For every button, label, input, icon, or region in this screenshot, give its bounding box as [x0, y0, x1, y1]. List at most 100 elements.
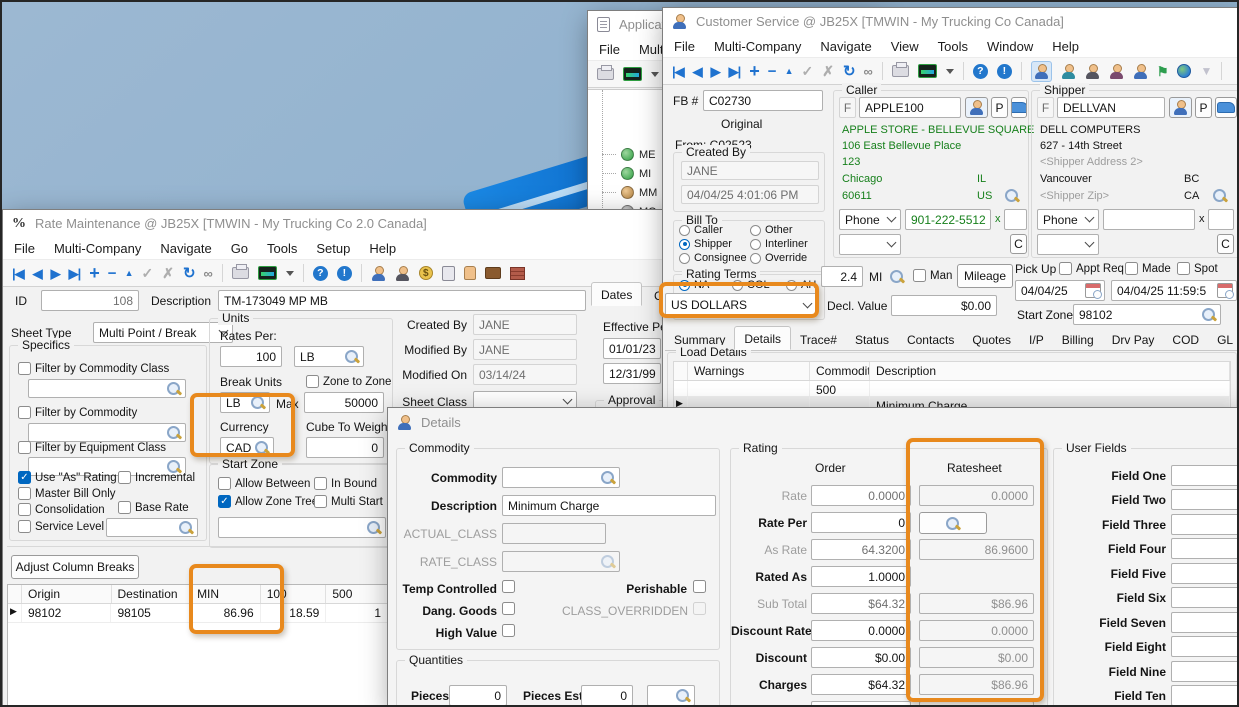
- description-field[interactable]: Minimum Charge: [502, 495, 716, 516]
- caller-contact-select[interactable]: [839, 234, 901, 255]
- details-dialog-titlebar[interactable]: Details: [388, 408, 1239, 436]
- delete-record-icon[interactable]: [108, 266, 116, 281]
- adjust-column-breaks-button[interactable]: Adjust Column Breaks: [11, 555, 139, 579]
- menu-navigate[interactable]: Navigate: [820, 39, 871, 54]
- money-bag-icon[interactable]: [419, 266, 433, 280]
- tab-billing[interactable]: Billing: [1053, 330, 1103, 350]
- discount-rate-order-field[interactable]: 0.0000: [811, 620, 911, 641]
- rated-as-order-field[interactable]: 1.0000: [811, 566, 911, 587]
- about-icon[interactable]: !: [997, 64, 1012, 79]
- terminal-icon[interactable]: [258, 266, 277, 280]
- field-seven-input[interactable]: [1171, 612, 1239, 633]
- tab-ip[interactable]: I/P: [1020, 330, 1053, 350]
- tree-node[interactable]: MI: [602, 167, 651, 180]
- filter-commodity-checkbox[interactable]: Filter by Commodity: [18, 406, 137, 419]
- find-icon[interactable]: [864, 65, 873, 78]
- allow-between-checkbox[interactable]: Allow Between: [218, 477, 310, 490]
- brick-wall-icon[interactable]: [510, 267, 525, 280]
- nav-first-icon[interactable]: [672, 65, 684, 78]
- incremental-checkbox[interactable]: Incremental: [118, 471, 195, 484]
- charges-order-field[interactable]: $64.32: [811, 674, 911, 695]
- print-icon[interactable]: [597, 68, 614, 80]
- use-as-rating-checkbox[interactable]: Use "As" Rating: [18, 471, 117, 484]
- globe-icon[interactable]: [1177, 64, 1191, 78]
- calendar-icon[interactable]: [1217, 283, 1233, 298]
- print-icon[interactable]: [232, 267, 249, 279]
- temp-controlled-checkbox[interactable]: [502, 580, 515, 593]
- man-checkbox[interactable]: Man: [913, 269, 952, 282]
- menu-go[interactable]: Go: [231, 241, 248, 256]
- terms-col-radio[interactable]: COL: [732, 279, 770, 291]
- about-icon[interactable]: !: [337, 266, 352, 281]
- filter-icon[interactable]: [1200, 65, 1212, 77]
- help-icon[interactable]: ?: [313, 266, 328, 281]
- accept-icon[interactable]: [801, 64, 813, 78]
- cell-warnings[interactable]: [688, 381, 810, 396]
- nav-next-icon[interactable]: [51, 267, 60, 280]
- menu-navigate[interactable]: Navigate: [160, 241, 211, 256]
- terminal-icon[interactable]: [623, 67, 642, 81]
- bill-to-caller-radio[interactable]: Caller: [679, 224, 723, 236]
- search-icon[interactable]: [250, 395, 266, 410]
- tab-contacts[interactable]: Contacts: [898, 330, 963, 350]
- description-field[interactable]: TM-173049 MP MB: [218, 290, 586, 311]
- cell-500[interactable]: 1: [326, 604, 388, 622]
- menu-file[interactable]: File: [599, 42, 620, 57]
- tab-status[interactable]: Status: [846, 330, 898, 350]
- caller-ext-field[interactable]: [1004, 209, 1027, 230]
- chest-icon[interactable]: [485, 267, 501, 279]
- field-nine-input[interactable]: [1171, 661, 1239, 682]
- menu-help[interactable]: Help: [369, 241, 396, 256]
- caller-van-button[interactable]: [1011, 97, 1027, 118]
- caller-phone-field[interactable]: 901-222-5512: [905, 209, 991, 230]
- shipper-code-field[interactable]: DELLVAN: [1057, 97, 1165, 118]
- perishable-checkbox[interactable]: [693, 580, 706, 593]
- terms-ah-radio[interactable]: AH: [786, 279, 816, 291]
- calendar-icon[interactable]: [1085, 283, 1101, 298]
- nav-last-icon[interactable]: [729, 65, 741, 78]
- shipper-phone-field[interactable]: [1103, 209, 1195, 230]
- add-record-icon[interactable]: [749, 62, 759, 80]
- terms-na-radio[interactable]: NA: [679, 279, 709, 291]
- caller-phone-type-select[interactable]: Phone: [839, 209, 901, 230]
- tab-dates[interactable]: Dates: [591, 282, 642, 306]
- menu-multi-company[interactable]: Multi-Company: [714, 39, 801, 54]
- pieces-field[interactable]: 0: [449, 685, 507, 706]
- currency-field[interactable]: CAD: [220, 437, 274, 458]
- search-icon[interactable]: [166, 381, 182, 396]
- dang-goods-checkbox[interactable]: [502, 602, 515, 615]
- search-icon[interactable]: [600, 470, 616, 485]
- allow-zone-tree-checkbox[interactable]: Allow Zone Tree: [218, 495, 318, 508]
- signpost-icon[interactable]: [1157, 65, 1169, 78]
- search-icon[interactable]: [166, 425, 182, 440]
- break-unit-field[interactable]: LB: [220, 392, 270, 413]
- cell-min[interactable]: 86.96: [191, 604, 261, 622]
- bill-to-override-radio[interactable]: Override: [750, 252, 807, 264]
- multi-start-checkbox[interactable]: Multi Start: [314, 495, 383, 508]
- col-description[interactable]: Description: [870, 362, 1230, 380]
- help-icon[interactable]: ?: [973, 64, 988, 79]
- search-icon[interactable]: [254, 440, 270, 455]
- col-origin[interactable]: Origin: [22, 585, 112, 603]
- carrier-icon[interactable]: [1109, 64, 1124, 79]
- driver-icon[interactable]: [1085, 64, 1100, 79]
- bill-to-shipper-radio[interactable]: Shipper: [679, 238, 732, 250]
- base-rate-checkbox[interactable]: Base Rate: [118, 501, 189, 514]
- caller-p-button[interactable]: P: [991, 97, 1008, 118]
- accept-icon[interactable]: [141, 266, 153, 280]
- rate-maintenance-titlebar[interactable]: % Rate Maintenance @ JB25X [TMWIN - My T…: [3, 210, 731, 237]
- col-min[interactable]: MIN: [191, 585, 261, 603]
- chevron-down-icon[interactable]: [651, 72, 659, 77]
- tab-gl[interactable]: GL: [1208, 330, 1239, 350]
- search-icon[interactable]: [1201, 307, 1217, 322]
- consolidation-checkbox[interactable]: Consolidation: [18, 503, 105, 516]
- col-warnings[interactable]: Warnings: [688, 362, 810, 380]
- edit-record-icon[interactable]: [125, 269, 133, 278]
- effective-from-field[interactable]: 01/01/23: [603, 338, 661, 359]
- tab-drv-pay[interactable]: Drv Pay: [1103, 330, 1164, 350]
- nav-first-icon[interactable]: [12, 267, 24, 280]
- tree-node[interactable]: ME: [602, 148, 656, 161]
- pickup-date-field[interactable]: 04/04/25: [1015, 280, 1105, 301]
- menu-file[interactable]: File: [674, 39, 695, 54]
- field-three-input[interactable]: [1171, 514, 1239, 535]
